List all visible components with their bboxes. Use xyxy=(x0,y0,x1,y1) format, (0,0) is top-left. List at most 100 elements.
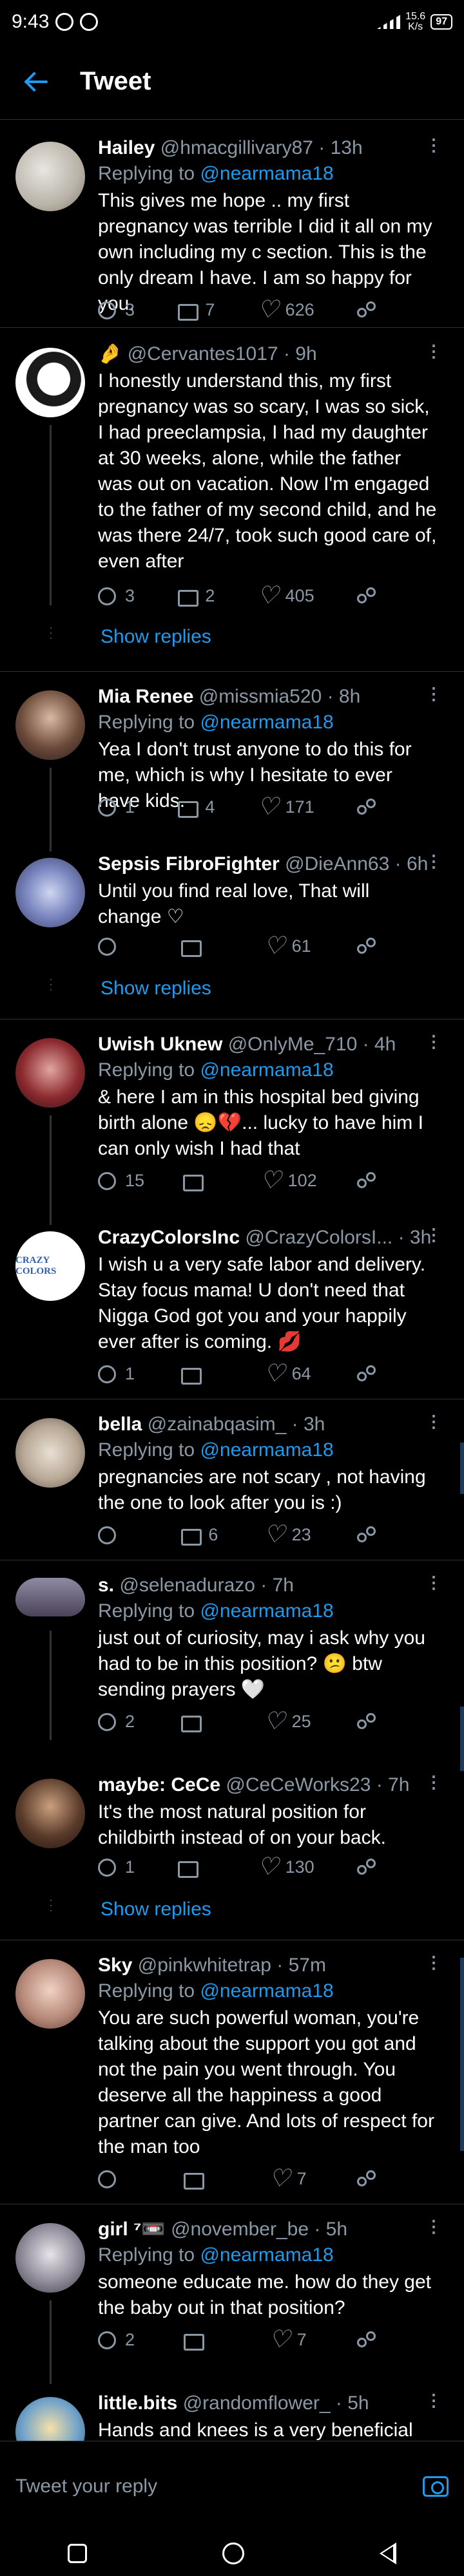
retweet-button[interactable]: 6 xyxy=(181,1525,220,1546)
share-button[interactable] xyxy=(356,1858,394,1877)
share-icon xyxy=(356,1526,376,1544)
reply-button[interactable]: 3 xyxy=(98,586,137,606)
reply-button[interactable] xyxy=(98,937,137,956)
avatar[interactable] xyxy=(15,1578,85,1616)
author-name[interactable]: little.bits xyxy=(98,2392,177,2414)
avatar[interactable] xyxy=(15,2397,85,2441)
share-button[interactable] xyxy=(356,1365,394,1383)
retweet-icon xyxy=(184,2170,205,2190)
mention-link[interactable]: @nearmama18 xyxy=(200,163,333,184)
retweet-button[interactable] xyxy=(184,2331,222,2351)
like-button[interactable]: 61 xyxy=(264,931,311,960)
author-handle: @randomflower_ · 5h xyxy=(182,2392,369,2414)
mention-link[interactable]: @nearmama18 xyxy=(200,2244,333,2266)
mention-link[interactable]: @nearmama18 xyxy=(200,1600,333,1622)
reply-button[interactable]: 1 xyxy=(98,1364,137,1384)
scrollbar[interactable] xyxy=(460,1707,464,1771)
like-button[interactable]: 171 xyxy=(257,792,314,821)
reply-button[interactable]: 15 xyxy=(98,1171,144,1191)
retweet-button[interactable] xyxy=(181,938,220,957)
avatar[interactable] xyxy=(15,1959,85,2029)
share-button[interactable] xyxy=(356,2331,394,2349)
author-name[interactable]: Sky xyxy=(98,1955,132,1976)
retweet-button[interactable] xyxy=(184,2170,222,2190)
reply-button[interactable]: 2 xyxy=(98,1712,137,1732)
tweet-item[interactable]: ⋮ little.bits @randomflower_ · 5h Hands … xyxy=(0,2391,464,2441)
avatar[interactable] xyxy=(15,1779,85,1848)
avatar[interactable] xyxy=(15,858,85,927)
share-button[interactable] xyxy=(356,1712,394,1731)
reply-button[interactable]: 1 xyxy=(98,1857,137,1877)
reply-composer[interactable]: Tweet your reply xyxy=(0,2441,464,2531)
share-button[interactable] xyxy=(356,937,394,956)
avatar[interactable] xyxy=(15,1418,85,1488)
retweet-button[interactable]: 4 xyxy=(178,797,217,818)
share-button[interactable] xyxy=(356,301,394,319)
heart-icon xyxy=(260,1166,282,1195)
avatar[interactable] xyxy=(15,2223,85,2293)
scrollbar[interactable] xyxy=(460,1443,464,1494)
avatar[interactable] xyxy=(15,690,85,760)
like-button[interactable]: 25 xyxy=(264,1707,311,1736)
share-button[interactable] xyxy=(356,798,394,817)
like-button[interactable]: 7 xyxy=(269,2164,309,2193)
like-button[interactable]: 102 xyxy=(260,1166,317,1195)
heart-icon xyxy=(264,1520,285,1549)
mention-link[interactable]: @nearmama18 xyxy=(200,1439,333,1461)
avatar[interactable] xyxy=(15,1038,85,1108)
reply-button[interactable] xyxy=(98,1526,137,1544)
author-name[interactable]: Mia Renee xyxy=(98,686,193,707)
show-replies-link[interactable]: Show replies xyxy=(101,626,211,648)
camera-icon[interactable] xyxy=(423,2476,449,2497)
mention-link[interactable]: @nearmama18 xyxy=(200,1059,333,1081)
share-icon xyxy=(356,1712,376,1731)
reply-input[interactable]: Tweet your reply xyxy=(15,2476,423,2497)
author-name[interactable]: Uwish Uknew xyxy=(98,1034,222,1055)
back-button[interactable] xyxy=(380,2543,396,2564)
retweet-button[interactable]: 2 xyxy=(178,586,217,607)
retweet-button[interactable] xyxy=(181,1713,220,1732)
avatar[interactable] xyxy=(15,348,85,417)
author-name[interactable]: s. xyxy=(98,1575,114,1596)
like-button[interactable]: 405 xyxy=(257,581,314,610)
author-name[interactable]: Sepsis FibroFighter xyxy=(98,853,280,875)
reply-button[interactable]: 3 xyxy=(98,300,137,320)
retweet-button[interactable] xyxy=(181,1365,220,1385)
show-replies-link[interactable]: Show replies xyxy=(101,1899,211,1920)
status-bar: 9:43 15.6 K/s 97 xyxy=(0,0,464,44)
crazycolors-logo-avatar[interactable]: CRAZY COLORS xyxy=(15,1231,85,1301)
reply-button[interactable]: 2 xyxy=(98,2330,137,2350)
reply-button[interactable] xyxy=(98,2170,137,2188)
author-name[interactable]: CrazyColorsInc xyxy=(98,1227,240,1248)
avatar[interactable] xyxy=(15,142,85,211)
share-button[interactable] xyxy=(356,1171,394,1190)
author-handle: 🤌 @Cervantes1017 · 9h xyxy=(98,343,317,365)
mention-link[interactable]: @nearmama18 xyxy=(200,712,333,733)
author-name[interactable]: girl ⁷📼 xyxy=(98,2219,166,2240)
home-button[interactable] xyxy=(222,2543,244,2564)
reply-button[interactable]: 1 xyxy=(98,797,137,817)
share-button[interactable] xyxy=(356,587,394,605)
mention-link[interactable]: @nearmama18 xyxy=(200,1980,333,2002)
author-name[interactable]: Hailey xyxy=(98,137,155,158)
like-button[interactable]: 130 xyxy=(257,1852,314,1881)
retweet-button[interactable] xyxy=(183,1172,222,1191)
author-name[interactable]: maybe: CeCe xyxy=(98,1774,220,1795)
share-button[interactable] xyxy=(356,2170,394,2188)
scrollbar[interactable] xyxy=(460,1958,464,2151)
show-replies-link[interactable]: Show replies xyxy=(101,978,211,999)
recents-button[interactable] xyxy=(68,2544,87,2563)
thread-line xyxy=(50,425,52,605)
like-button[interactable]: 626 xyxy=(257,295,314,324)
like-button[interactable]: 23 xyxy=(264,1520,311,1549)
reply-icon xyxy=(98,1171,116,1190)
back-arrow-icon[interactable] xyxy=(23,69,49,95)
share-button[interactable] xyxy=(356,1526,394,1544)
like-button[interactable]: 7 xyxy=(269,2325,309,2354)
retweet-button[interactable]: 7 xyxy=(178,300,217,321)
share-icon xyxy=(356,2170,376,2188)
like-button[interactable]: 64 xyxy=(264,1359,311,1388)
heart-icon xyxy=(257,1852,279,1881)
retweet-button[interactable] xyxy=(178,1859,217,1878)
author-name[interactable]: bella xyxy=(98,1414,142,1435)
